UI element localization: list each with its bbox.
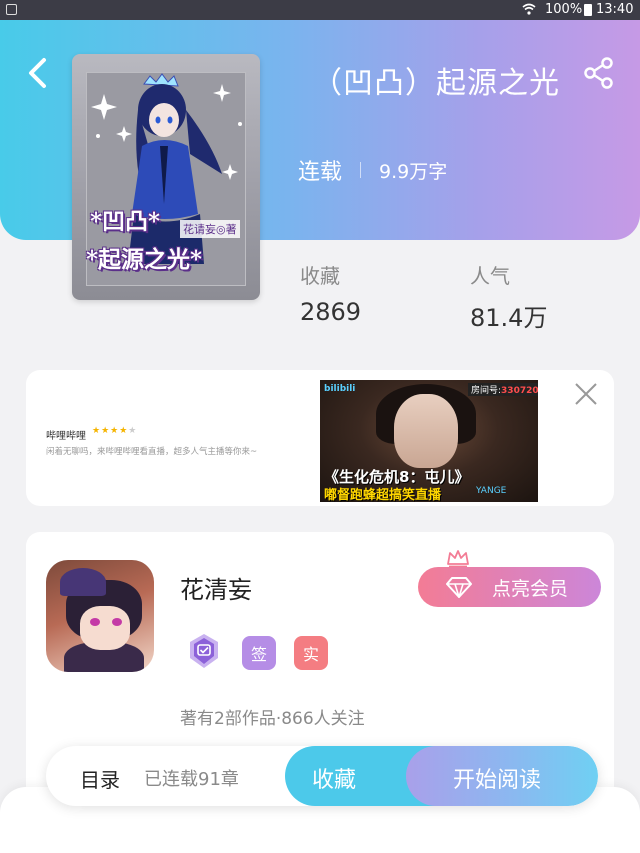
ad-caption-subtitle: 嘟督跑蜂超搞笑直播 [324,488,442,502]
table-of-contents-button[interactable]: 目录 [80,764,120,793]
crown-icon [446,548,470,568]
serial-status: 连载 [298,160,343,185]
favorites-label: 收藏 [300,264,340,288]
ad-figure-face [394,394,458,468]
book-status-row: 连载 9.9万字 [298,154,447,186]
ad-app-name: 哔哩哔哩 [46,431,86,442]
clock: 13:40 [596,2,634,17]
ad-rating-stars: ★★★★★ [92,426,138,436]
ad-banner[interactable]: 哔哩哔哩 ★★★★★ 闲着无聊吗，来哔哩哔哩看直播，超多人气主播等你来~ bil… [26,370,614,506]
screenshot-icon [6,4,17,15]
chapter-count[interactable]: 已连载91章 [144,765,239,791]
cover-title-line2: *起源之光* [86,246,203,273]
battery-icon [584,4,592,16]
close-icon[interactable] [572,380,600,408]
back-arrow-icon[interactable] [24,56,50,90]
start-reading-button[interactable]: 开始阅读 [406,746,598,806]
cover-author-stamp: 花请妄◎著 [180,220,240,238]
verified-badge[interactable]: 实 [294,636,328,670]
bottom-action-bar: 目录 已连载91章 收藏 开始阅读 [46,746,598,806]
divider [360,162,362,178]
word-count: 9.9万字 [379,160,448,183]
status-bar: 100% 13:40 [0,0,640,20]
author-name[interactable]: 花清妄 [180,570,252,605]
book-title: （凹凸）起源之光 [312,66,560,101]
activate-vip-button[interactable]: 点亮会员 [418,567,601,607]
medal-badge-icon[interactable] [187,633,221,669]
wifi-icon [522,2,536,19]
author-avatar[interactable] [46,560,154,672]
book-cover[interactable]: *凹凸* 花请妄◎著 *起源之光* [72,54,260,300]
popularity-label: 人气 [470,264,510,288]
diamond-icon [446,576,472,600]
cover-title-line1: *凹凸* [90,208,161,235]
vip-button-label: 点亮会员 [492,577,569,600]
ad-caption-tag: YANGE [476,486,507,496]
signed-author-badge[interactable]: 签 [242,636,276,670]
bilibili-logo: bilibili [324,384,356,394]
battery-percent: 100% [545,2,583,17]
share-icon[interactable] [582,56,616,90]
ad-image[interactable]: bilibili 房间号:330720 《生化危机8：屯儿》 嘟督跑蜂超搞笑直播… [320,380,538,502]
favorites-button-label: 收藏 [312,768,357,793]
author-stats: 著有2部作品·866人关注 [180,709,365,729]
favorites-count: 2869 [300,298,362,326]
start-reading-label: 开始阅读 [453,768,542,793]
popularity-count: 81.4万 [470,304,548,332]
ad-description: 闲着无聊吗，来哔哩哔哩看直播，超多人气主播等你来~ [46,447,258,457]
ad-room-badge: 房间号:330720 [468,383,538,396]
